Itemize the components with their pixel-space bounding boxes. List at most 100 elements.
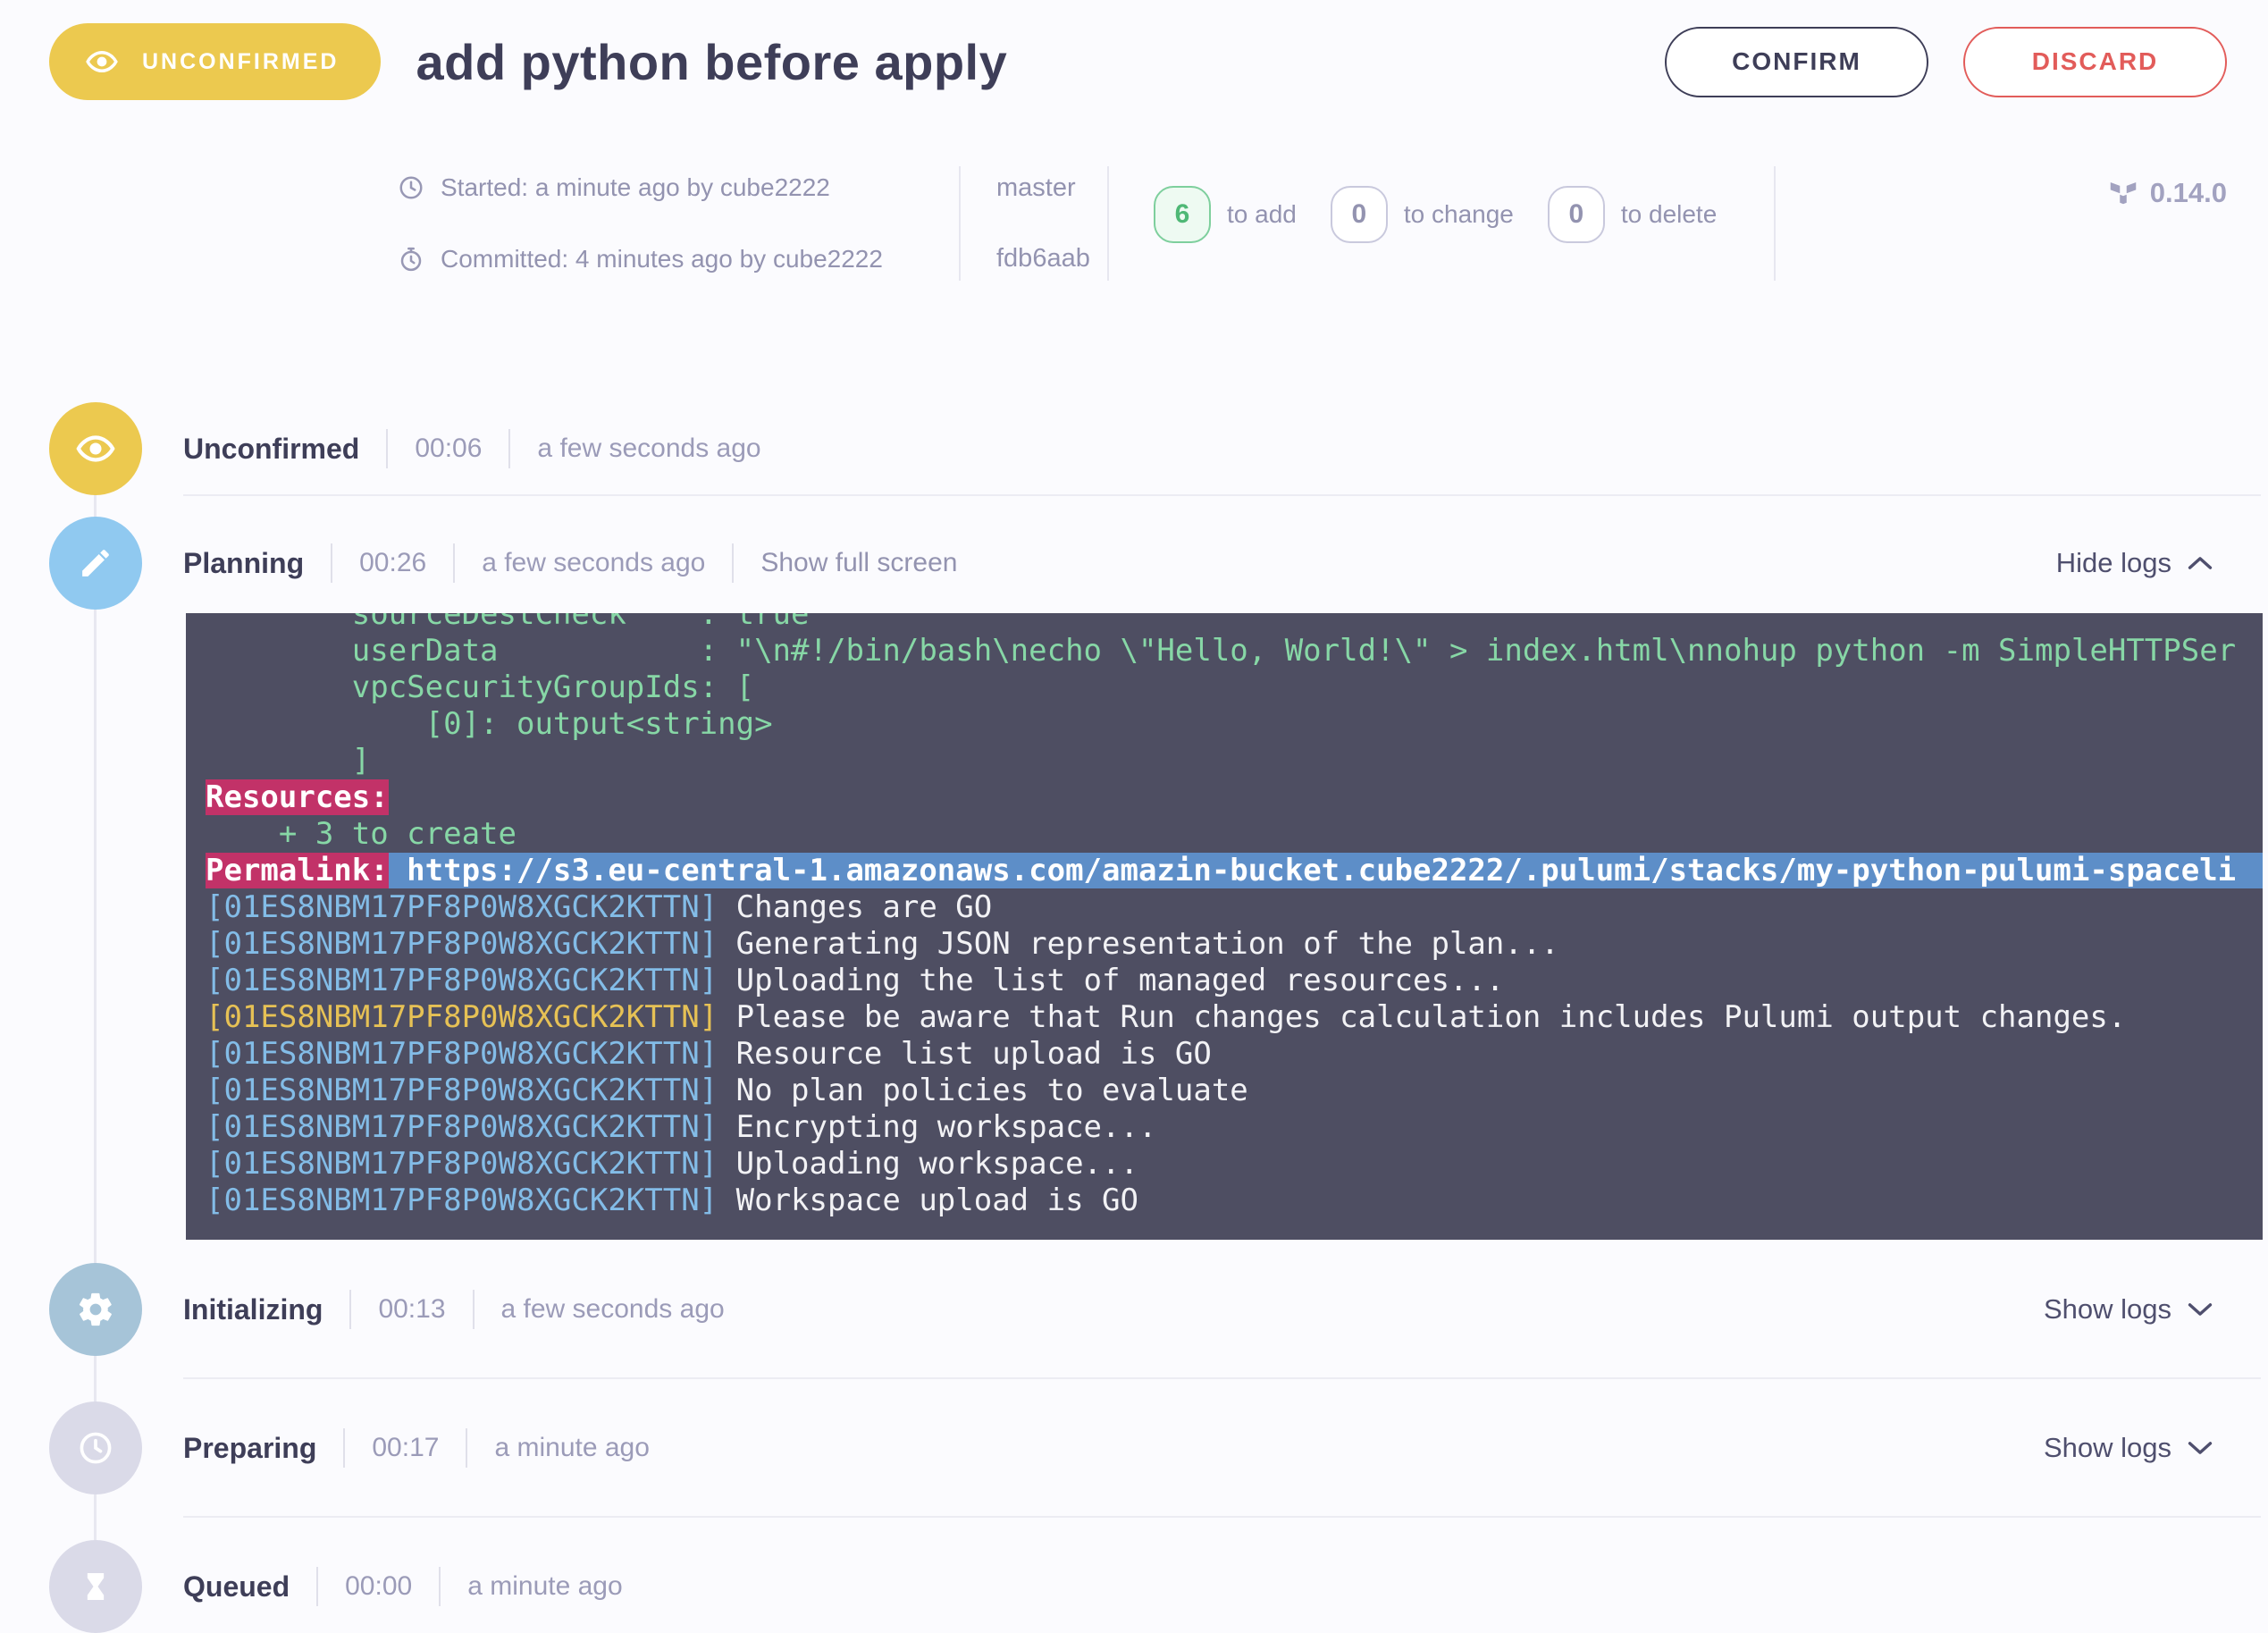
committed-text: Committed: 4 minutes ago by cube2222 (441, 245, 883, 274)
chevron-down-icon (2188, 1302, 2213, 1317)
stage-timestamp: a few seconds ago (537, 434, 760, 464)
to-delete-count: 0 (1548, 186, 1605, 243)
to-add-label: to add (1227, 200, 1297, 229)
clock-icon (398, 174, 424, 201)
confirm-button[interactable]: CONFIRM (1665, 27, 1928, 97)
terminal-line: userData : "\n#!/bin/bash\necho \"Hello,… (206, 633, 2263, 669)
terminal-line: + 3 to create (206, 816, 2263, 853)
terminal-line: sourceDestCheck : true (206, 613, 2263, 633)
divider (183, 1516, 2261, 1518)
stage-row-preparing: Preparing 00:17 a minute ago Show logs (0, 1402, 2268, 1494)
chevron-up-icon (2188, 556, 2213, 570)
stage-row-unconfirmed: Unconfirmed 00:06 a few seconds ago (0, 402, 2268, 495)
stage-duration: 00:06 (415, 434, 482, 464)
stage-timestamp: a few seconds ago (482, 548, 705, 578)
divider (386, 429, 388, 468)
commit-hash: fdb6aab (996, 244, 1107, 274)
stage-row-initializing: Initializing 00:13 a few seconds ago Sho… (0, 1263, 2268, 1356)
stage-duration: 00:26 (359, 548, 426, 578)
eye-icon (85, 45, 119, 79)
show-logs-label: Show logs (2044, 1293, 2171, 1326)
branch-name: master (996, 173, 1107, 203)
terminal-line: Permalink: https://s3.eu-central-1.amazo… (206, 853, 2263, 889)
gear-icon (76, 1290, 115, 1329)
terminal-line: [01ES8NBM17PF8P0W8XGCK2KTTN] Generating … (206, 926, 2263, 963)
terminal-line: [01ES8NBM17PF8P0W8XGCK2KTTN] Changes are… (206, 889, 2263, 926)
run-meta-times: Started: a minute ago by cube2222 Commit… (398, 166, 959, 281)
committed-row: Committed: 4 minutes ago by cube2222 (398, 245, 959, 274)
hide-logs-toggle[interactable]: Hide logs (2056, 547, 2213, 579)
terminal-line: vpcSecurityGroupIds: [ (206, 669, 2263, 706)
stage-timestamp: a minute ago (494, 1433, 649, 1463)
stage-duration: 00:00 (345, 1571, 412, 1602)
divider (508, 429, 510, 468)
chevron-down-icon (2188, 1441, 2213, 1455)
run-header: UNCONFIRMED add python before apply CONF… (49, 23, 2227, 100)
stage-timestamp: a few seconds ago (501, 1294, 725, 1325)
stage-row-planning: Planning 00:26 a few seconds ago Show fu… (0, 517, 2268, 610)
divider (331, 543, 332, 583)
to-delete-label: to delete (1621, 200, 1717, 229)
tool-version: 0.14.0 (2107, 177, 2227, 209)
to-change-label: to change (1404, 200, 1514, 229)
terminal-line: [01ES8NBM17PF8P0W8XGCK2KTTN] No plan pol… (206, 1073, 2263, 1109)
eye-icon (75, 428, 116, 469)
stage-name: Planning (183, 547, 304, 580)
terminal-line: [01ES8NBM17PF8P0W8XGCK2KTTN] Please be a… (206, 999, 2263, 1036)
queued-stage-icon (49, 1540, 142, 1633)
terminal-line: [01ES8NBM17PF8P0W8XGCK2KTTN] Resource li… (206, 1036, 2263, 1073)
divider (316, 1567, 318, 1606)
divider (453, 543, 455, 583)
stage-timestamp: a minute ago (467, 1571, 622, 1602)
show-full-screen-link[interactable]: Show full screen (760, 548, 957, 578)
stage-name: Initializing (183, 1293, 323, 1326)
pencil-icon (77, 544, 114, 582)
divider (732, 543, 734, 583)
git-info: master fdb6aab (961, 166, 1107, 281)
hide-logs-label: Hide logs (2056, 547, 2171, 579)
unconfirmed-stage-icon (49, 402, 142, 495)
terminal-line: [01ES8NBM17PF8P0W8XGCK2KTTN] Encrypting … (206, 1109, 2263, 1146)
to-add-count: 6 (1154, 186, 1211, 243)
page-title: add python before apply (416, 33, 1008, 91)
to-change-count: 0 (1331, 186, 1388, 243)
terminal-log[interactable]: sourceDestCheck : true userData : "\n#!/… (186, 613, 2263, 1240)
terminal-line: [01ES8NBM17PF8P0W8XGCK2KTTN] Uploading w… (206, 1146, 2263, 1183)
divider (466, 1428, 467, 1468)
divider (183, 1377, 2261, 1379)
stage-name: Queued (183, 1570, 290, 1604)
divider (473, 1290, 475, 1329)
divider (343, 1428, 345, 1468)
stage-name: Preparing (183, 1432, 316, 1465)
stage-duration: 00:17 (372, 1433, 439, 1463)
divider (439, 1567, 441, 1606)
divider (349, 1290, 351, 1329)
terminal-line: ] (206, 743, 2263, 779)
initializing-stage-icon (49, 1263, 142, 1356)
terraform-icon (2107, 177, 2139, 209)
version-text: 0.14.0 (2150, 177, 2227, 209)
hourglass-icon (78, 1569, 113, 1604)
started-text: Started: a minute ago by cube2222 (441, 173, 830, 202)
show-logs-toggle[interactable]: Show logs (2044, 1432, 2213, 1464)
status-badge-label: UNCONFIRMED (142, 49, 340, 75)
run-meta: Started: a minute ago by cube2222 Commit… (398, 166, 2227, 281)
terminal-line: [01ES8NBM17PF8P0W8XGCK2KTTN] Workspace u… (206, 1183, 2263, 1219)
terminal-line: [01ES8NBM17PF8P0W8XGCK2KTTN] Uploading t… (206, 963, 2263, 999)
show-logs-toggle[interactable]: Show logs (2044, 1293, 2213, 1326)
terminal-line: Resources: (206, 779, 2263, 816)
run-actions: CONFIRM DISCARD (1665, 27, 2227, 97)
change-counts: 6 to add 0 to change 0 to delete (1109, 157, 1774, 272)
show-logs-label: Show logs (2044, 1432, 2171, 1464)
stopwatch-icon (398, 246, 424, 273)
terminal-line: [0]: output<string> (206, 706, 2263, 743)
preparing-stage-icon (49, 1402, 142, 1494)
discard-button[interactable]: DISCARD (1963, 27, 2227, 97)
started-row: Started: a minute ago by cube2222 (398, 173, 959, 202)
stage-row-queued: Queued 00:00 a minute ago (0, 1540, 2268, 1633)
stage-name: Unconfirmed (183, 433, 359, 466)
status-badge: UNCONFIRMED (49, 23, 381, 100)
planning-stage-icon (49, 517, 142, 610)
divider (1774, 166, 1776, 281)
stage-duration: 00:13 (378, 1294, 445, 1325)
